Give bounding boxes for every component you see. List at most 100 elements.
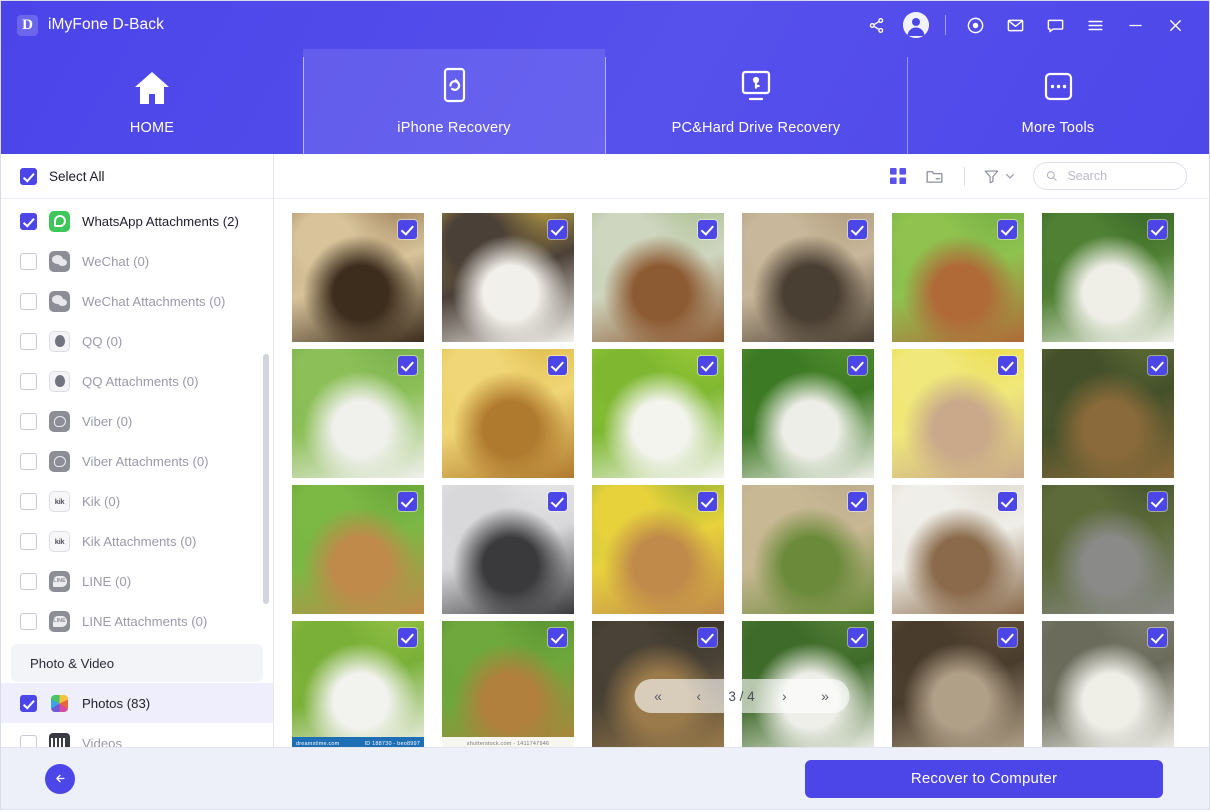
sidebar-item-checkbox[interactable] <box>20 373 37 390</box>
thumbnail-checkbox[interactable] <box>1148 220 1167 239</box>
thumbnail-checkbox[interactable] <box>1148 628 1167 647</box>
thumbnail-checkbox[interactable] <box>548 492 567 511</box>
search-box[interactable] <box>1033 162 1187 190</box>
thumbnail-item[interactable] <box>892 349 1024 478</box>
sidebar-item[interactable]: WeChat (0) <box>1 241 273 281</box>
sidebar-item-checkbox[interactable] <box>20 735 37 748</box>
viber-icon <box>49 451 70 472</box>
sidebar-item-checkbox[interactable] <box>20 213 37 230</box>
thumbnail-checkbox[interactable] <box>698 220 717 239</box>
mail-icon[interactable] <box>995 8 1035 42</box>
thumbnail-item[interactable] <box>292 213 424 342</box>
pagination-first[interactable]: « <box>647 688 669 704</box>
thumbnail-checkbox[interactable] <box>698 356 717 375</box>
thumbnail-checkbox[interactable] <box>998 628 1017 647</box>
thumbnail-item[interactable] <box>442 485 574 614</box>
thumbnail-item[interactable] <box>742 485 874 614</box>
sidebar-item[interactable]: Photos (83) <box>1 683 273 723</box>
sidebar-item[interactable]: QQ (0) <box>1 321 273 361</box>
sidebar-item[interactable]: QQ Attachments (0) <box>1 361 273 401</box>
thumbnail-checkbox[interactable] <box>398 220 417 239</box>
sidebar-scrollbar[interactable] <box>263 354 269 604</box>
sidebar-item[interactable]: WhatsApp Attachments (2) <box>1 201 273 241</box>
grid-view-icon[interactable] <box>880 161 916 191</box>
thumbnail-checkbox[interactable] <box>1148 356 1167 375</box>
recover-to-computer-button[interactable]: Recover to Computer <box>805 760 1163 798</box>
sidebar-item-checkbox[interactable] <box>20 413 37 430</box>
thumbnail-item[interactable]: shutterstock.com - 1411747946 <box>442 621 574 747</box>
sidebar-item-label: WhatsApp Attachments (2) <box>82 214 239 229</box>
sidebar-item[interactable]: Videos <box>1 723 273 747</box>
thumbnail-checkbox[interactable] <box>848 356 867 375</box>
filter-button[interactable] <box>977 168 1021 185</box>
sidebar-item-checkbox[interactable] <box>20 333 37 350</box>
thumbnail-checkbox[interactable] <box>698 628 717 647</box>
thumbnail-item[interactable] <box>1042 213 1174 342</box>
sidebar-item[interactable]: kikKik (0) <box>1 481 273 521</box>
thumbnail-item[interactable] <box>442 349 574 478</box>
sidebar-item-checkbox[interactable] <box>20 573 37 590</box>
thumbnail-item[interactable] <box>592 349 724 478</box>
share-icon[interactable] <box>856 8 896 42</box>
nav-tab-iphone-recovery[interactable]: iPhone Recovery <box>303 49 605 154</box>
sidebar-item-checkbox[interactable] <box>20 533 37 550</box>
thumbnail-item[interactable] <box>1042 621 1174 747</box>
thumbnail-checkbox[interactable] <box>548 220 567 239</box>
minimize-icon[interactable] <box>1115 8 1155 42</box>
sidebar-item-checkbox[interactable] <box>20 695 37 712</box>
close-icon[interactable] <box>1155 8 1195 42</box>
folder-view-icon[interactable] <box>916 161 952 191</box>
nav-tab-home[interactable]: HOME <box>1 49 303 154</box>
sidebar-item[interactable]: Viber (0) <box>1 401 273 441</box>
sidebar-item[interactable]: kikKik Attachments (0) <box>1 521 273 561</box>
nav-tab-more-tools[interactable]: More Tools <box>907 49 1209 154</box>
register-icon[interactable] <box>955 8 995 42</box>
sidebar-item[interactable]: Viber Attachments (0) <box>1 441 273 481</box>
thumbnail-checkbox[interactable] <box>398 628 417 647</box>
pagination-next[interactable]: › <box>773 688 795 704</box>
sidebar-item-checkbox[interactable] <box>20 293 37 310</box>
thumbnail-checkbox[interactable] <box>848 628 867 647</box>
thumbnail-item[interactable]: dreamstime.comID 188730 - beo8997 <box>292 621 424 747</box>
thumbnail-item[interactable] <box>292 485 424 614</box>
select-all-checkbox[interactable] <box>20 168 37 185</box>
thumbnail-checkbox[interactable] <box>698 492 717 511</box>
nav-tab-pc-hard-drive-recovery[interactable]: PC&Hard Drive Recovery <box>605 49 907 154</box>
thumbnail-item[interactable] <box>892 485 1024 614</box>
sidebar-item-checkbox[interactable] <box>20 493 37 510</box>
back-button[interactable] <box>45 764 75 794</box>
thumbnail-checkbox[interactable] <box>848 492 867 511</box>
select-all-row[interactable]: Select All <box>1 154 273 199</box>
thumbnail-item[interactable] <box>742 349 874 478</box>
thumbnail-checkbox[interactable] <box>398 356 417 375</box>
thumbnail-checkbox[interactable] <box>548 356 567 375</box>
sidebar-item[interactable]: LINELINE Attachments (0) <box>1 601 273 641</box>
sidebar-item[interactable]: WeChat Attachments (0) <box>1 281 273 321</box>
sidebar-item-checkbox[interactable] <box>20 253 37 270</box>
pagination-prev[interactable]: ‹ <box>688 688 710 704</box>
thumbnail-checkbox[interactable] <box>998 220 1017 239</box>
sidebar-item-checkbox[interactable] <box>20 613 37 630</box>
thumbnail-checkbox[interactable] <box>548 628 567 647</box>
thumbnail-item[interactable] <box>742 213 874 342</box>
thumbnail-checkbox[interactable] <box>1148 492 1167 511</box>
thumbnail-item[interactable] <box>892 621 1024 747</box>
thumbnail-item[interactable] <box>1042 349 1174 478</box>
thumbnail-item[interactable] <box>1042 485 1174 614</box>
thumbnail-checkbox[interactable] <box>398 492 417 511</box>
thumbnail-item[interactable] <box>292 349 424 478</box>
sidebar-item[interactable]: LINELINE (0) <box>1 561 273 601</box>
thumbnail-checkbox[interactable] <box>998 492 1017 511</box>
thumbnail-checkbox[interactable] <box>998 356 1017 375</box>
thumbnail-item[interactable] <box>892 213 1024 342</box>
account-avatar[interactable] <box>896 8 936 42</box>
pagination-last[interactable]: » <box>814 688 836 704</box>
thumbnail-checkbox[interactable] <box>848 220 867 239</box>
thumbnail-item[interactable] <box>442 213 574 342</box>
menu-icon[interactable] <box>1075 8 1115 42</box>
thumbnail-item[interactable] <box>592 485 724 614</box>
sidebar-item-checkbox[interactable] <box>20 453 37 470</box>
feedback-icon[interactable] <box>1035 8 1075 42</box>
search-input[interactable] <box>1065 168 1174 184</box>
thumbnail-item[interactable] <box>592 213 724 342</box>
